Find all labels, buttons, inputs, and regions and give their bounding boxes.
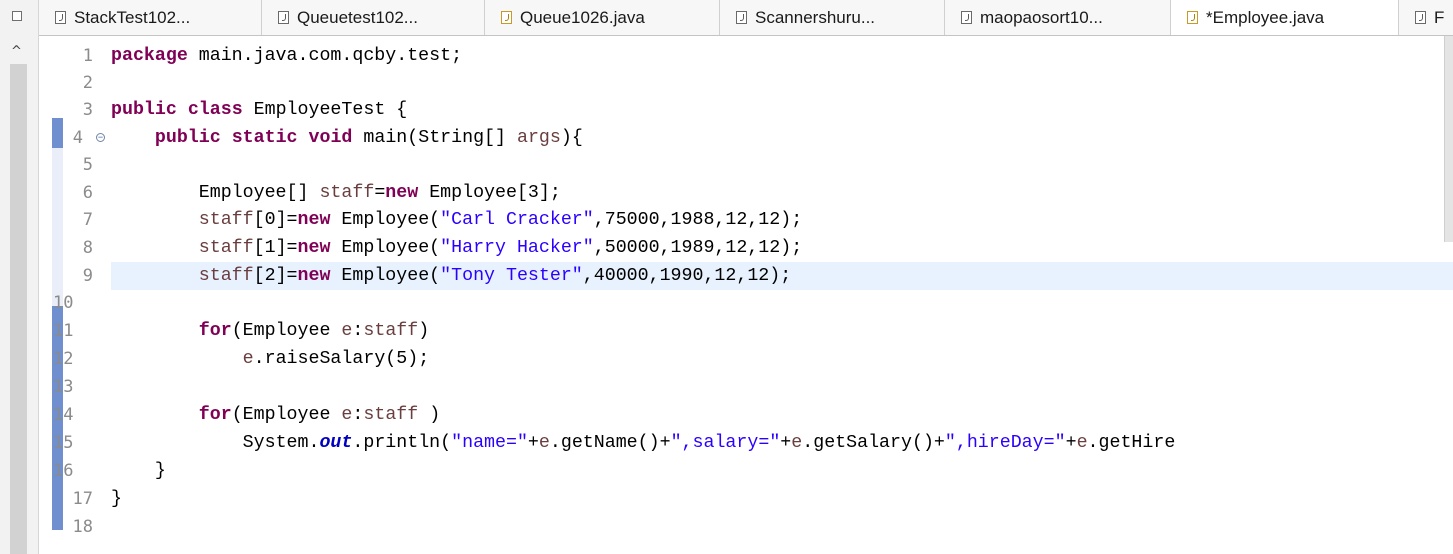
line-number: 15	[53, 433, 74, 453]
tab-maopaosort[interactable]: maopaosort10...	[945, 0, 1171, 35]
line-number: 1	[82, 46, 93, 66]
tab-label: Queue1026.java	[520, 7, 645, 27]
code-text: Employee[] staff=new Employee[3];	[198, 183, 561, 203]
code-text: for(Employee e:staff )	[198, 405, 441, 425]
line-number: 8	[82, 238, 93, 258]
line-number: 5	[82, 155, 93, 175]
java-file-icon	[501, 11, 512, 24]
tab-label: StackTest102...	[74, 7, 191, 27]
code-line: 8 staff[1]=new Employee("Harry Hacker",5…	[39, 234, 1453, 262]
editor-vertical-scrollbar[interactable]	[1444, 36, 1453, 242]
editor-tab-bar: StackTest102... Queuetest102... Queue102…	[39, 0, 1453, 36]
code-line: 2	[39, 69, 1453, 97]
code-line: 11 for(Employee e:staff)	[39, 317, 1453, 345]
code-line: 7 staff[0]=new Employee("Carl Cracker",7…	[39, 206, 1453, 234]
tab-label: maopaosort10...	[980, 7, 1103, 27]
line-number: 7	[82, 210, 93, 230]
code-text: staff[1]=new Employee("Harry Hacker",500…	[198, 238, 803, 258]
line-number: 17	[72, 489, 93, 509]
code-line: 5	[39, 151, 1453, 179]
line-number: 2	[82, 73, 93, 93]
code-text: public static void main(String[] args){	[154, 128, 583, 148]
code-line: 17 }	[39, 485, 1453, 513]
left-panel-strip: ^	[0, 0, 39, 554]
java-file-icon	[278, 11, 289, 24]
chevron-up-icon[interactable]: ^	[11, 45, 22, 58]
java-file-icon	[961, 11, 972, 24]
code-text: }	[111, 489, 122, 509]
code-text: System.out.println("name="+e.getName()+"…	[242, 433, 1176, 453]
code-line: 6 Employee[] staff=new Employee[3];	[39, 179, 1453, 207]
code-line: 18	[39, 513, 1453, 541]
tab-label: F	[1434, 7, 1445, 27]
code-line: 14 for(Employee e:staff )	[39, 401, 1453, 429]
minimize-view-icon[interactable]	[12, 11, 22, 21]
tab-label: *Employee.java	[1206, 7, 1325, 27]
code-text: for(Employee e:staff)	[198, 321, 430, 341]
java-file-icon	[736, 11, 747, 24]
code-line: 1 package main.java.com.qcby.test;	[39, 42, 1453, 70]
code-line: 16 }	[39, 457, 1453, 485]
tab-label: Queuetest102...	[297, 7, 418, 27]
line-number: 11	[53, 321, 74, 341]
line-number: 9	[82, 266, 93, 286]
line-number: 3	[82, 100, 93, 120]
tab-scannershuru[interactable]: Scannershuru...	[720, 0, 945, 35]
code-text: staff[2]=new Employee("Tony Tester",4000…	[198, 266, 792, 286]
java-file-icon	[55, 11, 66, 24]
tab-queuetest[interactable]: Queuetest102...	[262, 0, 485, 35]
line-number: 14	[53, 405, 74, 425]
code-line: 15 System.out.println("name="+e.getName(…	[39, 429, 1453, 457]
code-text: public class EmployeeTest {	[111, 100, 408, 120]
line-number: 12	[53, 349, 74, 369]
code-line: 3 public class EmployeeTest {	[39, 96, 1453, 124]
left-scrollbar[interactable]	[10, 64, 27, 554]
code-line: 13	[39, 373, 1453, 401]
code-text: e.raiseSalary(5);	[242, 349, 430, 369]
fold-collapse-icon[interactable]: −	[96, 133, 105, 142]
code-text: package main.java.com.qcby.test;	[111, 46, 463, 66]
code-line: 10	[39, 289, 1453, 317]
line-number: 4	[72, 128, 83, 148]
tab-label: Scannershuru...	[755, 7, 876, 27]
java-file-icon	[1415, 11, 1426, 24]
code-line-current: 9 staff[2]=new Employee("Tony Tester",40…	[39, 262, 1453, 290]
tab-employee[interactable]: *Employee.java	[1171, 0, 1399, 35]
java-file-icon	[1187, 11, 1198, 24]
line-number: 16	[53, 461, 74, 481]
line-number: 18	[72, 517, 93, 537]
line-number: 10	[53, 293, 74, 313]
code-text: staff[0]=new Employee("Carl Cracker",750…	[198, 210, 803, 230]
tab-queue1026[interactable]: Queue1026.java	[485, 0, 720, 35]
tab-overflow[interactable]: F	[1399, 0, 1453, 35]
code-line: 12 e.raiseSalary(5);	[39, 345, 1453, 373]
line-number: 6	[82, 183, 93, 203]
code-line: 4 − public static void main(String[] arg…	[39, 124, 1453, 152]
code-text: }	[154, 461, 166, 481]
line-number: 13	[53, 377, 74, 397]
code-editor[interactable]: 1 package main.java.com.qcby.test; 2 3 p…	[39, 36, 1453, 554]
tab-stacktest[interactable]: StackTest102...	[39, 0, 262, 35]
